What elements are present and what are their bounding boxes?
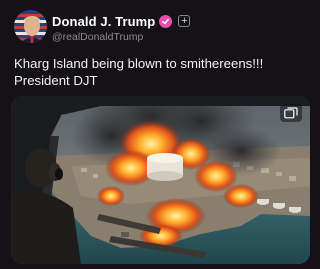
- flag-portrait-avatar-icon: [14, 10, 47, 43]
- author-handle[interactable]: @realDonaldTrump: [52, 31, 190, 43]
- post-image[interactable]: [11, 96, 310, 264]
- verified-badge-icon: [159, 14, 173, 28]
- post-text-line: Kharg Island being blown to smithereens!…: [14, 56, 264, 71]
- post-text: Kharg Island being blown to smithereens!…: [14, 55, 310, 89]
- post-header: Donald J. Trump + @realDonaldTrump: [14, 10, 314, 44]
- post-text-line: President DJT: [14, 73, 98, 88]
- avatar[interactable]: [14, 10, 47, 43]
- gallery-expand-icon[interactable]: [280, 104, 302, 122]
- island-explosion-image: [11, 96, 310, 264]
- follow-button[interactable]: +: [178, 15, 191, 27]
- author-name[interactable]: Donald J. Trump: [52, 14, 155, 29]
